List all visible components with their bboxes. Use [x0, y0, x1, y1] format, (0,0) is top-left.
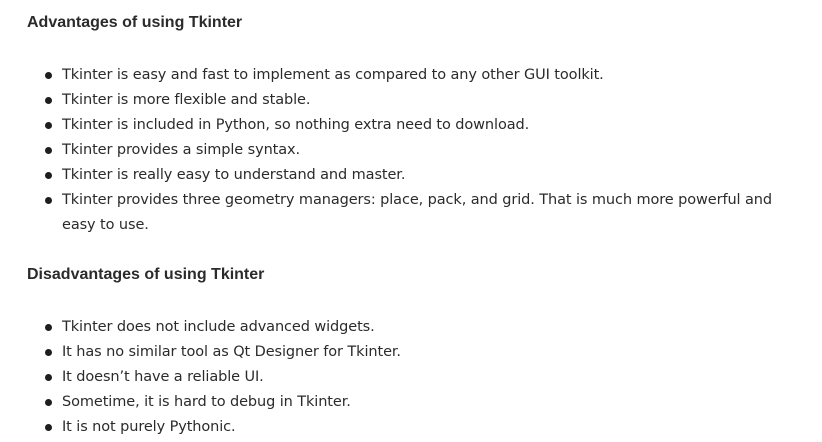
list-item: It doesn’t have a reliable UI.: [0, 365, 802, 390]
bullet-icon: [45, 424, 52, 431]
list-item-text: It doesn’t have a reliable UI.: [62, 369, 264, 385]
bullet-icon: [45, 72, 52, 79]
list-item: Tkinter is really easy to understand and…: [0, 163, 802, 188]
list-item-text: Tkinter is more flexible and stable.: [62, 92, 311, 108]
list-item: Tkinter is easy and fast to implement as…: [0, 63, 802, 88]
list-item: It has no similar tool as Qt Designer fo…: [0, 340, 802, 365]
list-item: Tkinter provides three geometry managers…: [0, 188, 802, 238]
list-item-text: Tkinter is really easy to understand and…: [62, 167, 406, 183]
list-item-text: Tkinter provides three geometry managers…: [62, 192, 772, 233]
list-item: Tkinter is included in Python, so nothin…: [0, 113, 802, 138]
bullet-icon: [45, 172, 52, 179]
bullet-icon: [45, 349, 52, 356]
bullet-icon: [45, 147, 52, 154]
bullet-icon: [45, 97, 52, 104]
list-item-text: Tkinter is easy and fast to implement as…: [62, 67, 604, 83]
disadvantages-heading: Disadvantages of using Tkinter: [27, 266, 265, 283]
article-content: Advantages of using Tkinter Tkinter is e…: [0, 0, 822, 442]
bullet-icon: [45, 324, 52, 331]
bullet-icon: [45, 122, 52, 129]
advantages-list: Tkinter is easy and fast to implement as…: [0, 63, 802, 238]
list-item: It is not purely Pythonic.: [0, 415, 802, 440]
list-item-text: It has no similar tool as Qt Designer fo…: [62, 344, 401, 360]
list-item-text: Sometime, it is hard to debug in Tkinter…: [62, 394, 351, 410]
list-item-text: Tkinter does not include advanced widget…: [62, 319, 375, 335]
list-item: Tkinter does not include advanced widget…: [0, 315, 802, 340]
bullet-icon: [45, 374, 52, 381]
list-item-text: Tkinter is included in Python, so nothin…: [62, 117, 530, 133]
list-item-text: It is not purely Pythonic.: [62, 419, 236, 435]
disadvantages-list: Tkinter does not include advanced widget…: [0, 315, 802, 440]
list-item: Tkinter is more flexible and stable.: [0, 88, 802, 113]
list-item: Sometime, it is hard to debug in Tkinter…: [0, 390, 802, 415]
advantages-heading: Advantages of using Tkinter: [27, 14, 243, 31]
list-item: Tkinter provides a simple syntax.: [0, 138, 802, 163]
list-item-text: Tkinter provides a simple syntax.: [62, 142, 301, 158]
bullet-icon: [45, 197, 52, 204]
bullet-icon: [45, 399, 52, 406]
